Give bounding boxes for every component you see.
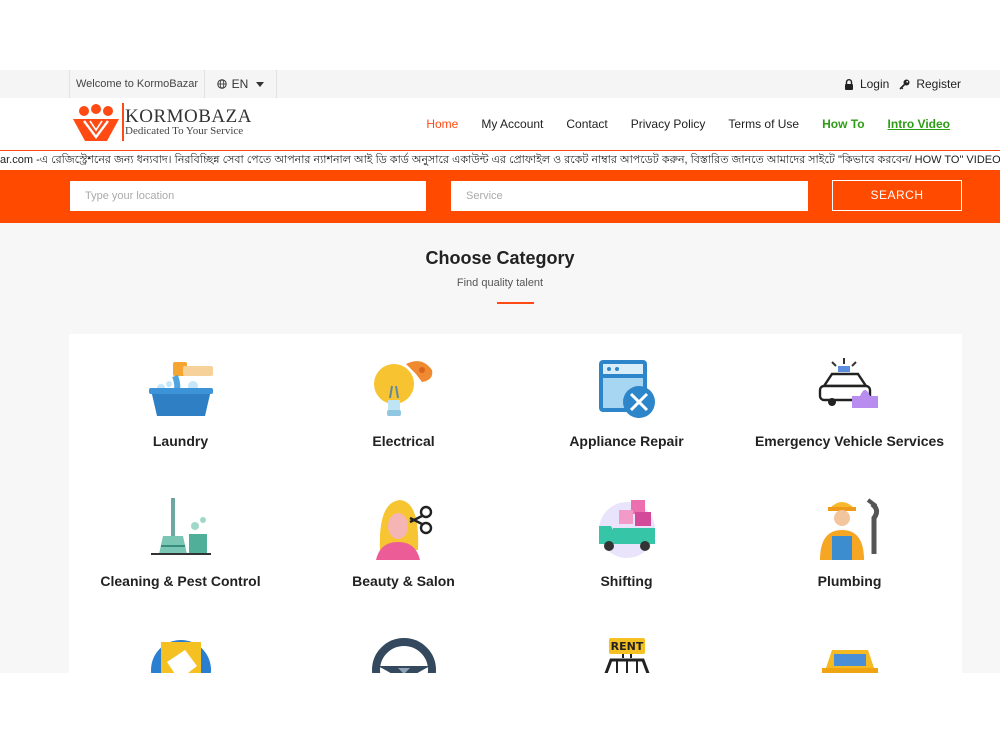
auth-links: Login Register bbox=[844, 70, 961, 98]
category-shifting[interactable]: Shifting bbox=[515, 474, 738, 604]
login-link[interactable]: Login bbox=[860, 77, 889, 91]
search-band: SEARCH bbox=[0, 170, 1000, 223]
logo-tagline: Dedicated To Your Service bbox=[125, 125, 244, 137]
title-underline bbox=[497, 302, 534, 304]
category-label: Shifting bbox=[600, 573, 653, 589]
category-appliance-repair[interactable]: Appliance Repair bbox=[515, 334, 738, 464]
notice-marquee: ar.com -এ রেজিস্ট্রেশনের জন্য ধন্যবাদ। ন… bbox=[0, 150, 1000, 170]
beauty-salon-icon bbox=[376, 500, 433, 560]
language-selector[interactable]: EN bbox=[205, 70, 277, 98]
category-label: Appliance Repair bbox=[569, 433, 684, 449]
kormobazar-logo-icon bbox=[73, 104, 119, 141]
welcome-text: Welcome to KormoBazar bbox=[69, 70, 205, 98]
register-link[interactable]: Register bbox=[916, 77, 961, 91]
category-label: Emergency Vehicle Services bbox=[754, 433, 945, 449]
logo-divider bbox=[122, 103, 124, 141]
category-grid: Laundry Electrical Appliance Repair Emer… bbox=[69, 334, 962, 673]
category-label: Cleaning & Pest Control bbox=[100, 573, 261, 589]
category-taxi[interactable] bbox=[738, 614, 961, 673]
section-subtitle: Find quality talent bbox=[456, 277, 544, 289]
caret-down-icon bbox=[256, 81, 265, 87]
category-section: Choose Category Find quality talent Laun… bbox=[0, 223, 1000, 673]
appliance-repair-icon bbox=[599, 360, 655, 418]
location-input[interactable] bbox=[70, 181, 426, 211]
category-painting[interactable] bbox=[69, 614, 292, 673]
section-title: Choose Category bbox=[425, 248, 575, 268]
painting-icon bbox=[151, 640, 211, 673]
cleaning-icon bbox=[151, 498, 211, 555]
key-icon bbox=[899, 79, 910, 90]
nav-how-to[interactable]: How To bbox=[822, 117, 864, 131]
laundry-icon bbox=[149, 362, 213, 416]
category-laundry[interactable]: Laundry bbox=[69, 334, 292, 464]
search-button[interactable]: SEARCH bbox=[832, 180, 962, 211]
nav-contact[interactable]: Contact bbox=[566, 117, 607, 131]
taxi-icon bbox=[822, 650, 878, 673]
nav-terms-of-use[interactable]: Terms of Use bbox=[728, 117, 799, 131]
language-label: EN bbox=[231, 77, 249, 91]
rent-car-icon: RENT bbox=[604, 638, 650, 673]
nav-privacy-policy[interactable]: Privacy Policy bbox=[631, 117, 706, 131]
category-rent[interactable]: RENT bbox=[515, 614, 738, 673]
nav-intro-video[interactable]: Intro Video bbox=[888, 117, 950, 131]
shifting-truck-icon bbox=[599, 500, 655, 558]
nav-home[interactable]: Home bbox=[426, 117, 458, 131]
category-label: Beauty & Salon bbox=[352, 573, 455, 589]
category-emergency-vehicle[interactable]: Emergency Vehicle Services bbox=[738, 334, 961, 464]
globe-icon bbox=[216, 79, 227, 89]
category-driving[interactable] bbox=[292, 614, 515, 673]
lightbulb-icon bbox=[374, 361, 433, 416]
nav-my-account[interactable]: My Account bbox=[481, 117, 543, 131]
category-electrical[interactable]: Electrical bbox=[292, 334, 515, 464]
lock-icon bbox=[844, 78, 853, 90]
category-plumbing[interactable]: Plumbing bbox=[738, 474, 961, 604]
page: Welcome to KormoBazar EN Login Register … bbox=[0, 0, 1000, 750]
category-label: Plumbing bbox=[817, 573, 882, 589]
category-label: Electrical bbox=[372, 433, 435, 449]
top-bar: Welcome to KormoBazar EN Login Register bbox=[0, 70, 1000, 98]
logo[interactable]: KORMOBAZAR Dedicated To Your Service bbox=[71, 101, 251, 145]
steering-wheel-icon bbox=[372, 638, 436, 673]
emergency-vehicle-icon bbox=[818, 358, 878, 408]
plumber-icon bbox=[820, 498, 880, 560]
svg-text:RENT: RENT bbox=[611, 640, 644, 653]
category-label: Laundry bbox=[152, 433, 209, 449]
main-nav: Home My Account Contact Privacy Policy T… bbox=[426, 98, 950, 150]
service-input[interactable] bbox=[451, 181, 808, 211]
category-cleaning[interactable]: Cleaning & Pest Control bbox=[69, 474, 292, 604]
category-beauty-salon[interactable]: Beauty & Salon bbox=[292, 474, 515, 604]
